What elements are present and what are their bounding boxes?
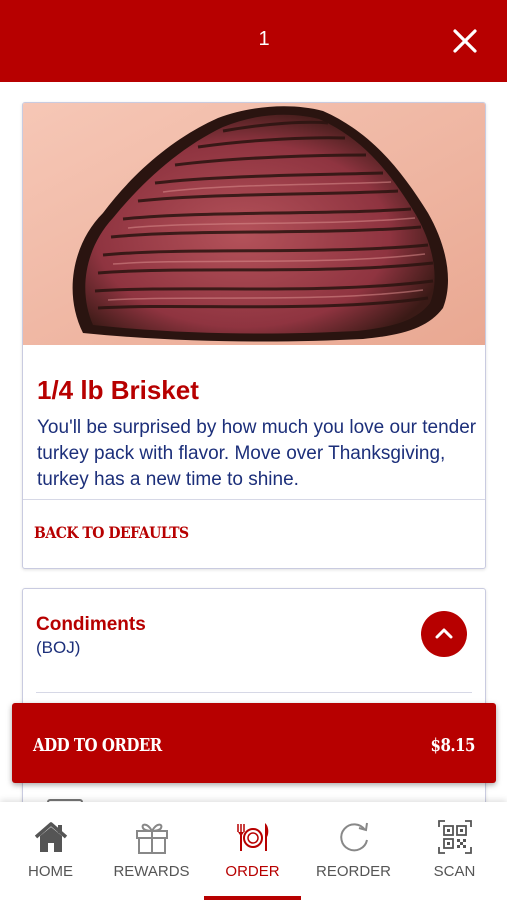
tab-label: ORDER: [225, 863, 280, 880]
add-to-order-label: ADD TO ORDER: [33, 735, 162, 756]
item-count: 1: [258, 28, 270, 50]
add-to-order-button[interactable]: ADD TO ORDER $8.15: [12, 703, 496, 783]
tab-scan[interactable]: SCAN: [404, 802, 505, 900]
qr-code-icon: [438, 820, 472, 854]
item-description: You'll be surprised by how much you love…: [37, 417, 477, 490]
condiments-title: Condiments: [36, 614, 146, 635]
top-bar: 1: [0, 0, 507, 82]
divider: [23, 499, 485, 500]
condiments-subtitle: (BOJ): [36, 638, 81, 657]
close-icon[interactable]: [448, 24, 482, 58]
tab-label: SCAN: [433, 863, 476, 880]
chevron-up-icon: [435, 628, 453, 639]
refresh-icon: [340, 822, 368, 852]
brisket-photo: [23, 103, 485, 345]
tab-label: REORDER: [315, 863, 391, 880]
item-title: 1/4 lb Brisket: [37, 375, 199, 405]
home-icon: [34, 822, 68, 852]
active-tab-indicator: [204, 896, 301, 900]
tab-label: HOME: [28, 863, 73, 880]
order-price: $8.15: [430, 735, 476, 756]
gift-icon: [136, 823, 168, 854]
tab-rewards[interactable]: REWARDS: [101, 802, 202, 900]
collapse-condiments-button[interactable]: [421, 611, 467, 657]
back-to-defaults-link[interactable]: BACK TO DEFAULTS: [34, 524, 189, 542]
tab-home[interactable]: HOME: [0, 802, 101, 900]
tab-reorder[interactable]: REORDER: [303, 802, 404, 900]
tab-label: REWARDS: [113, 863, 190, 880]
bottom-tab-bar: HOME REWARDS ORDER REORDER SCAN: [0, 802, 507, 900]
tab-order[interactable]: ORDER: [202, 802, 303, 900]
item-card: 1/4 lb Brisket You'll be surprised by ho…: [22, 102, 486, 569]
product-scroll-area[interactable]: 1/4 lb Brisket You'll be surprised by ho…: [0, 82, 507, 802]
divider: [36, 692, 472, 693]
utensils-icon: [237, 823, 269, 851]
